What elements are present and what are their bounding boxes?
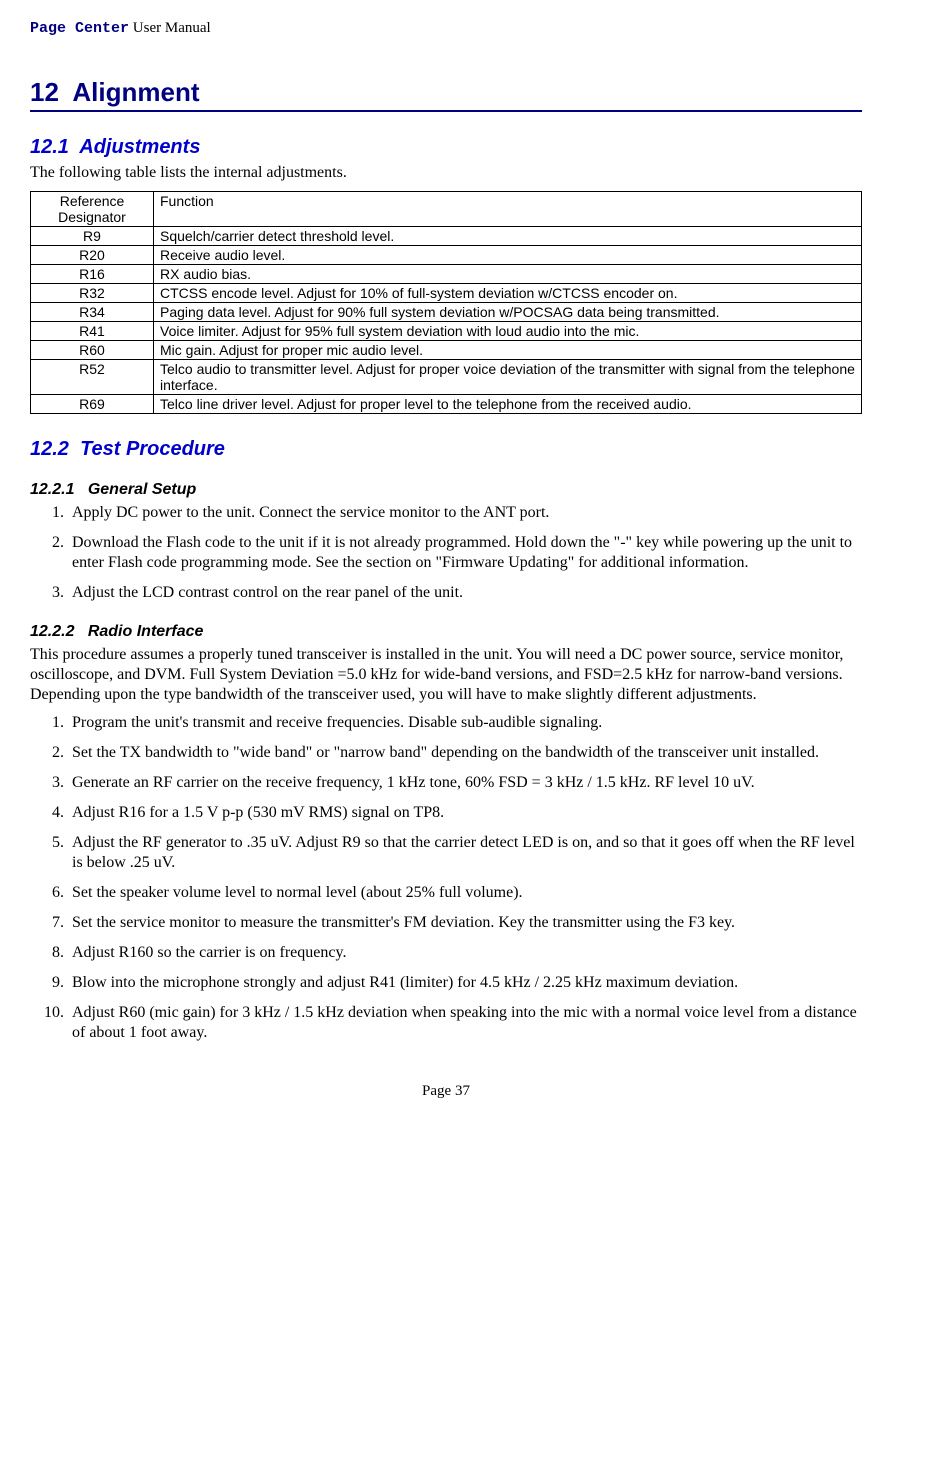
list-item: Adjust R16 for a 1.5 V p-p (530 mV RMS) … bbox=[68, 803, 862, 823]
running-header: Page Center User Manual bbox=[30, 20, 862, 37]
chapter-name: Alignment bbox=[72, 77, 199, 107]
header-suffix: User Manual bbox=[129, 20, 211, 36]
table-row: R16RX audio bias. bbox=[31, 265, 862, 284]
section-adjustments: 12.1 Adjustments bbox=[30, 136, 862, 159]
ref-cell: R20 bbox=[31, 246, 154, 265]
func-cell: Squelch/carrier detect threshold level. bbox=[154, 227, 862, 246]
func-cell: Mic gain. Adjust for proper mic audio le… bbox=[154, 341, 862, 360]
table-row: R20Receive audio level. bbox=[31, 246, 862, 265]
chapter-number: 12 bbox=[30, 77, 59, 107]
adjustments-table: Reference Designator Function R9Squelch/… bbox=[30, 191, 862, 414]
section-name: Test Procedure bbox=[80, 438, 225, 460]
ref-cell: R32 bbox=[31, 284, 154, 303]
table-row: R52Telco audio to transmitter level. Adj… bbox=[31, 360, 862, 395]
table-row: R41Voice limiter. Adjust for 95% full sy… bbox=[31, 322, 862, 341]
subsection-radio-interface: 12.2.2 Radio Interface bbox=[30, 623, 862, 641]
section-name: Adjustments bbox=[79, 136, 200, 158]
func-cell: RX audio bias. bbox=[154, 265, 862, 284]
adjustments-intro: The following table lists the internal a… bbox=[30, 163, 862, 183]
list-item: Adjust R160 so the carrier is on frequen… bbox=[68, 943, 862, 963]
table-row: R34Paging data level. Adjust for 90% ful… bbox=[31, 303, 862, 322]
page-number: Page 37 bbox=[30, 1083, 862, 1100]
radio-interface-intro: This procedure assumes a properly tuned … bbox=[30, 645, 862, 705]
table-row: R60Mic gain. Adjust for proper mic audio… bbox=[31, 341, 862, 360]
list-item: Adjust the LCD contrast control on the r… bbox=[68, 583, 862, 603]
section-test-procedure: 12.2 Test Procedure bbox=[30, 438, 862, 461]
subsection-number: 12.2.2 bbox=[30, 623, 74, 640]
list-item: Program the unit's transmit and receive … bbox=[68, 713, 862, 733]
func-cell: Receive audio level. bbox=[154, 246, 862, 265]
subsection-name: General Setup bbox=[88, 481, 196, 498]
table-row: R69Telco line driver level. Adjust for p… bbox=[31, 395, 862, 414]
radio-interface-steps: Program the unit's transmit and receive … bbox=[30, 713, 862, 1043]
list-item: Adjust the RF generator to .35 uV. Adjus… bbox=[68, 833, 862, 873]
func-cell: CTCSS encode level. Adjust for 10% of fu… bbox=[154, 284, 862, 303]
list-item: Set the speaker volume level to normal l… bbox=[68, 883, 862, 903]
ref-cell: R41 bbox=[31, 322, 154, 341]
table-row: R9Squelch/carrier detect threshold level… bbox=[31, 227, 862, 246]
list-item: Adjust R60 (mic gain) for 3 kHz / 1.5 kH… bbox=[68, 1003, 862, 1043]
list-item: Set the TX bandwidth to "wide band" or "… bbox=[68, 743, 862, 763]
subsection-number: 12.2.1 bbox=[30, 481, 74, 498]
subsection-name: Radio Interface bbox=[88, 623, 204, 640]
ref-cell: R34 bbox=[31, 303, 154, 322]
func-cell: Paging data level. Adjust for 90% full s… bbox=[154, 303, 862, 322]
ref-cell: R16 bbox=[31, 265, 154, 284]
col-header-ref: Reference Designator bbox=[31, 192, 154, 227]
section-number: 12.1 bbox=[30, 136, 69, 158]
subsection-general-setup: 12.2.1 General Setup bbox=[30, 481, 862, 499]
func-cell: Telco audio to transmitter level. Adjust… bbox=[154, 360, 862, 395]
ref-cell: R52 bbox=[31, 360, 154, 395]
ref-cell: R9 bbox=[31, 227, 154, 246]
product-name: Page Center bbox=[30, 20, 129, 37]
ref-cell: R69 bbox=[31, 395, 154, 414]
func-cell: Telco line driver level. Adjust for prop… bbox=[154, 395, 862, 414]
chapter-title: 12 Alignment bbox=[30, 77, 862, 112]
list-item: Blow into the microphone strongly and ad… bbox=[68, 973, 862, 993]
table-header-row: Reference Designator Function bbox=[31, 192, 862, 227]
general-setup-steps: Apply DC power to the unit. Connect the … bbox=[30, 503, 862, 603]
list-item: Download the Flash code to the unit if i… bbox=[68, 533, 862, 573]
list-item: Apply DC power to the unit. Connect the … bbox=[68, 503, 862, 523]
func-cell: Voice limiter. Adjust for 95% full syste… bbox=[154, 322, 862, 341]
list-item: Generate an RF carrier on the receive fr… bbox=[68, 773, 862, 793]
list-item: Set the service monitor to measure the t… bbox=[68, 913, 862, 933]
col-header-func: Function bbox=[154, 192, 862, 227]
section-number: 12.2 bbox=[30, 438, 69, 460]
ref-cell: R60 bbox=[31, 341, 154, 360]
table-row: R32CTCSS encode level. Adjust for 10% of… bbox=[31, 284, 862, 303]
